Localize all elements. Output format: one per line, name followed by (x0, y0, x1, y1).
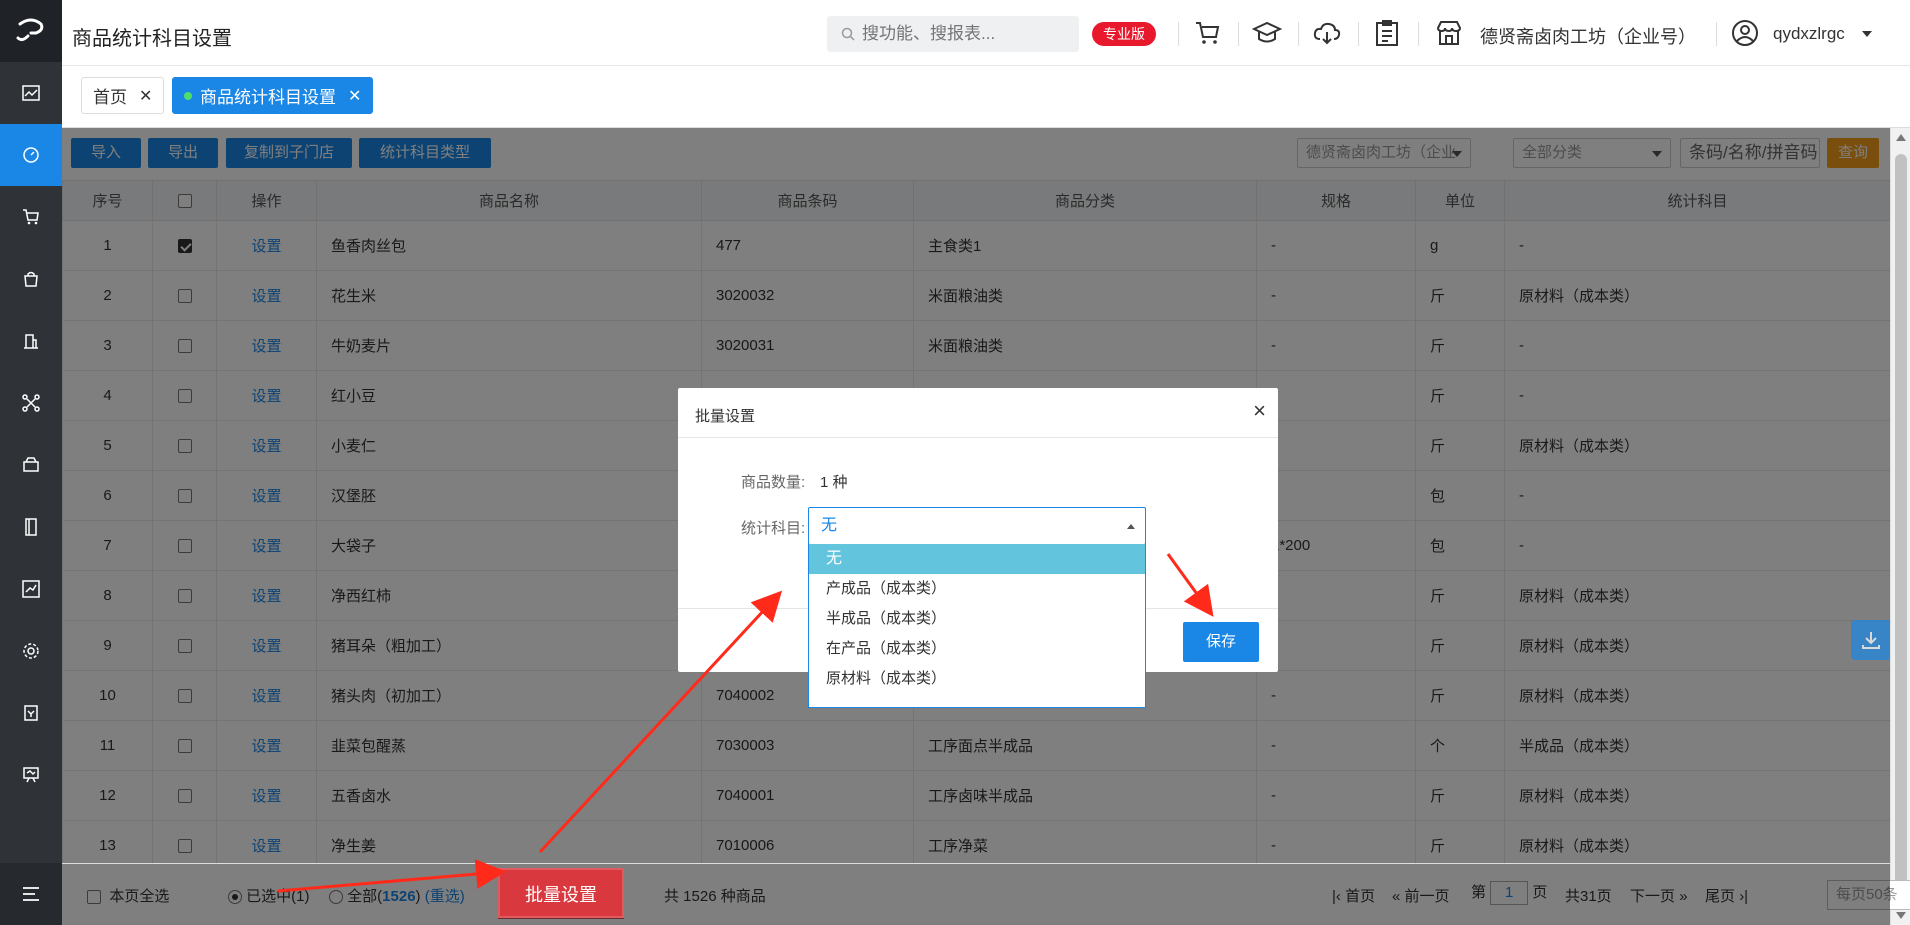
trend-icon (22, 580, 40, 598)
tab-bar: 首页 ✕ 商品统计科目设置 ✕ (62, 66, 1910, 128)
app-logo[interactable] (0, 0, 62, 62)
cloud-download-icon[interactable] (1312, 18, 1342, 48)
building-icon (24, 334, 38, 349)
sidebar-item-dashboard[interactable] (0, 124, 62, 186)
download-icon (1862, 632, 1880, 649)
footer-backdrop (62, 864, 1890, 925)
cart-icon[interactable] (1193, 18, 1223, 48)
tab-home[interactable]: 首页 ✕ (81, 77, 165, 114)
dropdown-option[interactable]: 无 (809, 544, 1145, 574)
batch-settings-button-highlight[interactable]: 批量设置 (498, 868, 624, 918)
search-icon (841, 27, 855, 41)
sidebar-item-sales[interactable] (0, 186, 62, 248)
sidebar-item-finance[interactable] (0, 682, 62, 744)
sidebar-item-reports[interactable] (0, 62, 62, 124)
sidebar-item-inventory[interactable] (0, 434, 62, 496)
board-icon (23, 767, 39, 783)
scroll-up-icon[interactable] (1896, 134, 1906, 141)
close-icon[interactable]: ✕ (139, 86, 152, 106)
scroll-thumb[interactable] (1895, 154, 1907, 894)
receipt-icon (24, 705, 38, 721)
global-search-input[interactable] (862, 24, 1062, 44)
sidebar-item-network[interactable] (0, 372, 62, 434)
dropdown-option[interactable]: 在产品（成本类） (809, 634, 1145, 664)
save-button[interactable]: 保存 (1183, 622, 1259, 662)
page-scrollbar[interactable] (1890, 128, 1910, 925)
user-avatar-icon[interactable] (1730, 18, 1760, 48)
tab-subject-settings[interactable]: 商品统计科目设置 ✕ (172, 77, 374, 114)
divider (1178, 22, 1179, 46)
dropdown-option[interactable]: 产成品（成本类） (809, 574, 1145, 604)
tab-label: 商品统计科目设置 (200, 88, 336, 107)
sidebar-item-presentation[interactable] (0, 744, 62, 806)
download-float-button[interactable] (1851, 620, 1891, 660)
global-search[interactable] (827, 16, 1079, 52)
dashboard-icon (23, 147, 39, 163)
divider (1238, 22, 1239, 46)
subject-label: 统计科目: (741, 520, 806, 537)
active-dot-icon (184, 91, 192, 100)
sidebar-item-stores[interactable] (0, 310, 62, 372)
graduation-cap-icon[interactable] (1252, 18, 1282, 48)
chevron-up-icon (1127, 524, 1135, 529)
tab-label: 首页 (93, 88, 127, 107)
subject-dropdown: 无产成品（成本类） 半成品（成本类） 在产品（成本类） 原材料（成本类） (808, 544, 1146, 708)
footer-bar: 本页全选 已选中(1) 全部(1526) (重选) 批量设置 共 1526 种商… (62, 863, 1910, 925)
top-bar: 商品统计科目设置 专业版 德贤斋卤肉工坊（企业号） qydxzlrgc (62, 0, 1910, 66)
scroll-down-icon[interactable] (1896, 912, 1906, 919)
dropdown-option[interactable]: 原材料（成本类） (809, 664, 1145, 694)
dropdown-option[interactable]: 半成品（成本类） (809, 604, 1145, 634)
gear-icon (23, 643, 39, 659)
divider (1716, 22, 1717, 46)
dialog-title: 批量设置 (695, 408, 756, 425)
sidebar-item-settings[interactable] (0, 620, 62, 682)
sidebar-item-purchase[interactable] (0, 248, 62, 310)
close-icon[interactable]: × (1253, 400, 1266, 422)
sidebar-collapse-button[interactable] (0, 863, 62, 925)
chart-icon (22, 85, 40, 101)
qty-value: 1 种 (820, 474, 848, 491)
sidebar-item-ledger[interactable] (0, 496, 62, 558)
divider (1298, 22, 1299, 46)
qty-label: 商品数量: (741, 474, 806, 491)
clipboard-icon[interactable] (1372, 18, 1402, 48)
user-menu-caret-icon[interactable] (1862, 31, 1872, 37)
sidebar-item-analytics[interactable] (0, 558, 62, 620)
divider (1358, 22, 1359, 46)
subject-select[interactable]: 无 (808, 507, 1146, 545)
divider (1418, 22, 1419, 46)
store-name[interactable]: 德贤斋卤肉工坊（企业号） (1480, 23, 1696, 49)
cart-icon (23, 209, 39, 225)
page-title: 商品统计科目设置 (72, 28, 232, 50)
menu-icon (23, 887, 39, 901)
close-icon[interactable]: ✕ (348, 86, 361, 106)
pro-edition-badge[interactable]: 专业版 (1092, 22, 1156, 46)
user-name[interactable]: qydxzlrgc (1773, 24, 1845, 44)
bag-icon (24, 271, 38, 287)
box-icon (23, 457, 39, 472)
sidebar (0, 0, 62, 925)
store-icon[interactable] (1434, 18, 1464, 48)
dialog-header: 批量设置 × (678, 388, 1278, 438)
book-icon (25, 518, 37, 536)
subject-select-value: 无 (821, 517, 838, 534)
network-icon (22, 394, 40, 412)
